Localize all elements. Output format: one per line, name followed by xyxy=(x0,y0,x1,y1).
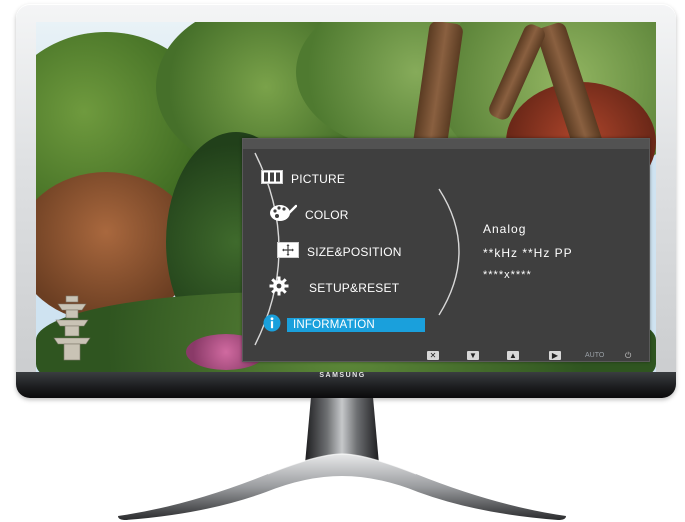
size-position-icon xyxy=(277,241,299,263)
menu-item-label: PICTURE xyxy=(291,172,346,186)
menu-item-color[interactable]: COLOR xyxy=(269,203,349,227)
menu-item-label: INFORMATION xyxy=(287,318,425,332)
information-icon xyxy=(263,314,281,337)
menu-item-information[interactable]: INFORMATION xyxy=(263,313,425,337)
brand-logo: SAMSUNG xyxy=(319,372,366,379)
menu-item-size-position[interactable]: SIZE&POSITION xyxy=(277,240,402,264)
power-icon[interactable]: ⏻ xyxy=(625,351,631,360)
menu-item-setup-reset[interactable]: SETUP&RESET xyxy=(269,276,399,300)
gear-icon xyxy=(269,276,289,301)
auto-key[interactable]: AUTO xyxy=(585,351,604,360)
down-key[interactable]: ▼ xyxy=(467,351,479,360)
menu-item-label: COLOR xyxy=(305,208,349,222)
frequency-readout: **kHz **Hz PP xyxy=(483,246,573,260)
picture-icon xyxy=(261,169,283,189)
menu-item-picture[interactable]: PICTURE xyxy=(261,167,345,191)
menu-item-label: SETUP&RESET xyxy=(309,281,400,295)
stone-pagoda xyxy=(53,295,91,361)
osd-menu: PICTURE COLOR SIZE&POSITION SETUP&RESET … xyxy=(242,138,650,362)
enter-key[interactable]: ▶ xyxy=(549,351,561,360)
signal-type: Analog xyxy=(483,222,527,236)
palette-icon xyxy=(269,203,298,228)
exit-key[interactable]: ✕ xyxy=(427,351,439,360)
up-key[interactable]: ▲ xyxy=(507,351,519,360)
menu-item-label: SIZE&POSITION xyxy=(307,245,402,259)
resolution-readout: ****x**** xyxy=(483,269,532,281)
stand-base xyxy=(118,453,566,520)
osd-key-guide: ✕ ▼ ▲ ▶ AUTO ⏻ xyxy=(243,349,649,361)
